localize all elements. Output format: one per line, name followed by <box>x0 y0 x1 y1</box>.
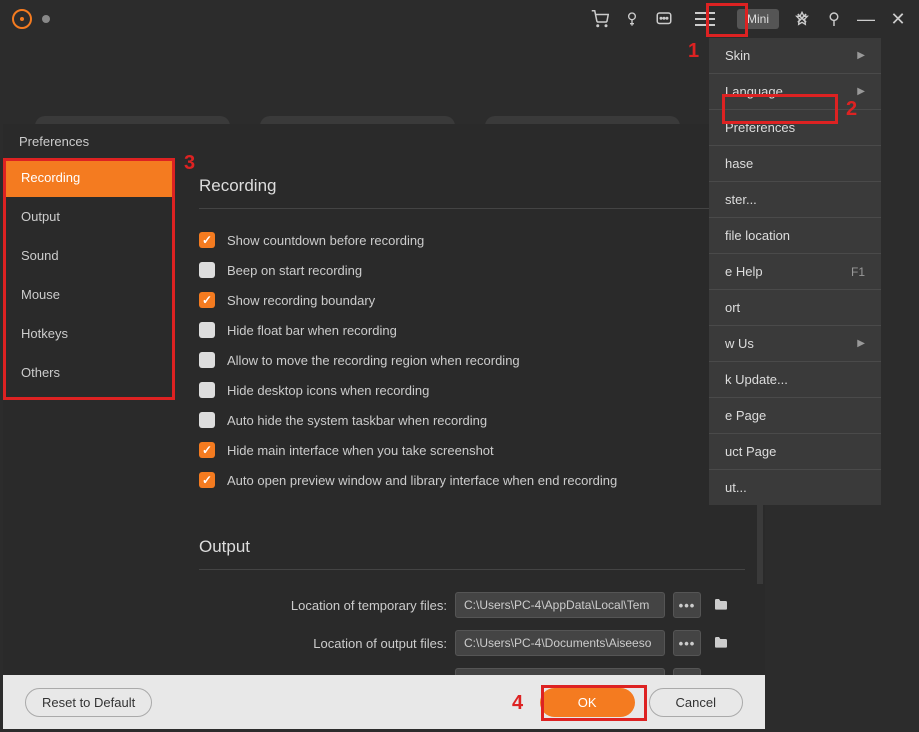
temp-path-input[interactable] <box>455 592 665 618</box>
reset-default-button[interactable]: Reset to Default <box>25 688 152 717</box>
option-label: Show countdown before recording <box>227 233 424 248</box>
app-logo-icon <box>12 9 32 29</box>
option-label: Hide float bar when recording <box>227 323 397 338</box>
output-row-screenshot: Location of screenshot files: ••• <box>199 662 745 675</box>
option-label: Auto hide the system taskbar when record… <box>227 413 487 428</box>
menu-item-support[interactable]: ort <box>709 290 881 326</box>
checkbox-icon[interactable] <box>199 292 215 308</box>
output-row-output: Location of output files: ••• <box>199 624 745 662</box>
chevron-right-icon: ▶ <box>857 338 865 349</box>
menu-item-skin[interactable]: Skin▶ <box>709 38 881 74</box>
menu-item-about[interactable]: ut... <box>709 470 881 505</box>
output-label: Location of output files: <box>199 636 447 651</box>
browse-button[interactable]: ••• <box>673 630 701 656</box>
titlebar-right: Mini ✕ ⚲ — ✕ <box>591 4 907 34</box>
titlebar: Mini ✕ ⚲ — ✕ <box>0 0 919 38</box>
key-icon[interactable] <box>623 10 641 28</box>
pin-icon[interactable]: ✕ <box>793 10 811 28</box>
mini-mode-button[interactable]: Mini <box>737 9 779 29</box>
screenshot-path-input[interactable] <box>455 668 665 675</box>
open-folder-icon[interactable] <box>709 594 733 616</box>
output-row-temp: Location of temporary files: ••• <box>199 586 745 624</box>
option-boundary[interactable]: Show recording boundary <box>199 285 745 315</box>
option-auto-preview[interactable]: Auto open preview window and library int… <box>199 465 745 495</box>
menu-item-homepage[interactable]: e Page <box>709 398 881 434</box>
option-move-region[interactable]: Allow to move the recording region when … <box>199 345 745 375</box>
checkbox-icon[interactable] <box>199 382 215 398</box>
record-status-dot <box>42 15 50 23</box>
menu-item-follow[interactable]: w Us▶ <box>709 326 881 362</box>
preferences-dialog: Preferences ✕ Recording Output Sound Mou… <box>3 124 765 729</box>
feedback-icon[interactable] <box>655 10 673 28</box>
menu-item-help[interactable]: e HelpF1 <box>709 254 881 290</box>
annotation-label-2: 2 <box>846 98 857 121</box>
checkbox-icon[interactable] <box>199 412 215 428</box>
menu-button[interactable] <box>687 4 723 34</box>
option-beep[interactable]: Beep on start recording <box>199 255 745 285</box>
checkbox-icon[interactable] <box>199 352 215 368</box>
annotation-label-1: 1 <box>688 40 699 63</box>
browse-button[interactable]: ••• <box>673 668 701 675</box>
open-folder-icon[interactable] <box>709 632 733 654</box>
shortcut-key: F1 <box>851 265 865 279</box>
pin-window-icon[interactable]: ⚲ <box>825 10 843 28</box>
option-label: Beep on start recording <box>227 263 362 278</box>
ok-button[interactable]: OK <box>540 688 635 717</box>
dialog-footer: Reset to Default OK Cancel <box>3 675 765 729</box>
option-label: Allow to move the recording region when … <box>227 353 520 368</box>
cart-icon[interactable] <box>591 10 609 28</box>
checkbox-icon[interactable] <box>199 472 215 488</box>
output-label: Location of temporary files: <box>199 598 447 613</box>
chevron-right-icon: ▶ <box>857 86 865 97</box>
sidebar-item-output[interactable]: Output <box>3 197 175 236</box>
dialog-title: Preferences <box>19 134 89 149</box>
option-label: Show recording boundary <box>227 293 375 308</box>
menu-item-product[interactable]: uct Page <box>709 434 881 470</box>
browse-button[interactable]: ••• <box>673 592 701 618</box>
menu-item-update[interactable]: k Update... <box>709 362 881 398</box>
section-title-output: Output <box>199 519 745 570</box>
annotation-label-4: 4 <box>512 692 523 715</box>
close-window-icon[interactable]: ✕ <box>889 10 907 28</box>
checkbox-icon[interactable] <box>199 322 215 338</box>
section-title-recording: Recording <box>199 158 745 209</box>
prefs-sidebar: Recording Output Sound Mouse Hotkeys Oth… <box>3 158 175 675</box>
option-label: Auto open preview window and library int… <box>227 473 617 488</box>
sidebar-item-mouse[interactable]: Mouse <box>3 275 175 314</box>
checkbox-icon[interactable] <box>199 262 215 278</box>
option-hide-main[interactable]: Hide main interface when you take screen… <box>199 435 745 465</box>
prefs-content[interactable]: Recording Show countdown before recordin… <box>175 158 765 675</box>
option-label: Hide main interface when you take screen… <box>227 443 494 458</box>
menu-item-file-location[interactable]: file location <box>709 218 881 254</box>
sidebar-item-hotkeys[interactable]: Hotkeys <box>3 314 175 353</box>
minimize-icon[interactable]: — <box>857 10 875 28</box>
chevron-right-icon: ▶ <box>857 50 865 61</box>
checkbox-icon[interactable] <box>199 442 215 458</box>
output-path-input[interactable] <box>455 630 665 656</box>
sidebar-item-sound[interactable]: Sound <box>3 236 175 275</box>
menu-item-register[interactable]: ster... <box>709 182 881 218</box>
menu-item-purchase[interactable]: hase <box>709 146 881 182</box>
titlebar-left <box>12 9 50 29</box>
option-hide-taskbar[interactable]: Auto hide the system taskbar when record… <box>199 405 745 435</box>
option-hide-icons[interactable]: Hide desktop icons when recording <box>199 375 745 405</box>
option-label: Hide desktop icons when recording <box>227 383 429 398</box>
option-countdown[interactable]: Show countdown before recording <box>199 225 745 255</box>
cancel-button[interactable]: Cancel <box>649 688 743 717</box>
dialog-header: Preferences ✕ <box>3 124 765 158</box>
sidebar-item-recording[interactable]: Recording <box>3 158 175 197</box>
option-hide-float[interactable]: Hide float bar when recording <box>199 315 745 345</box>
checkbox-icon[interactable] <box>199 232 215 248</box>
annotation-label-3: 3 <box>184 152 195 175</box>
sidebar-item-others[interactable]: Others <box>3 353 175 392</box>
